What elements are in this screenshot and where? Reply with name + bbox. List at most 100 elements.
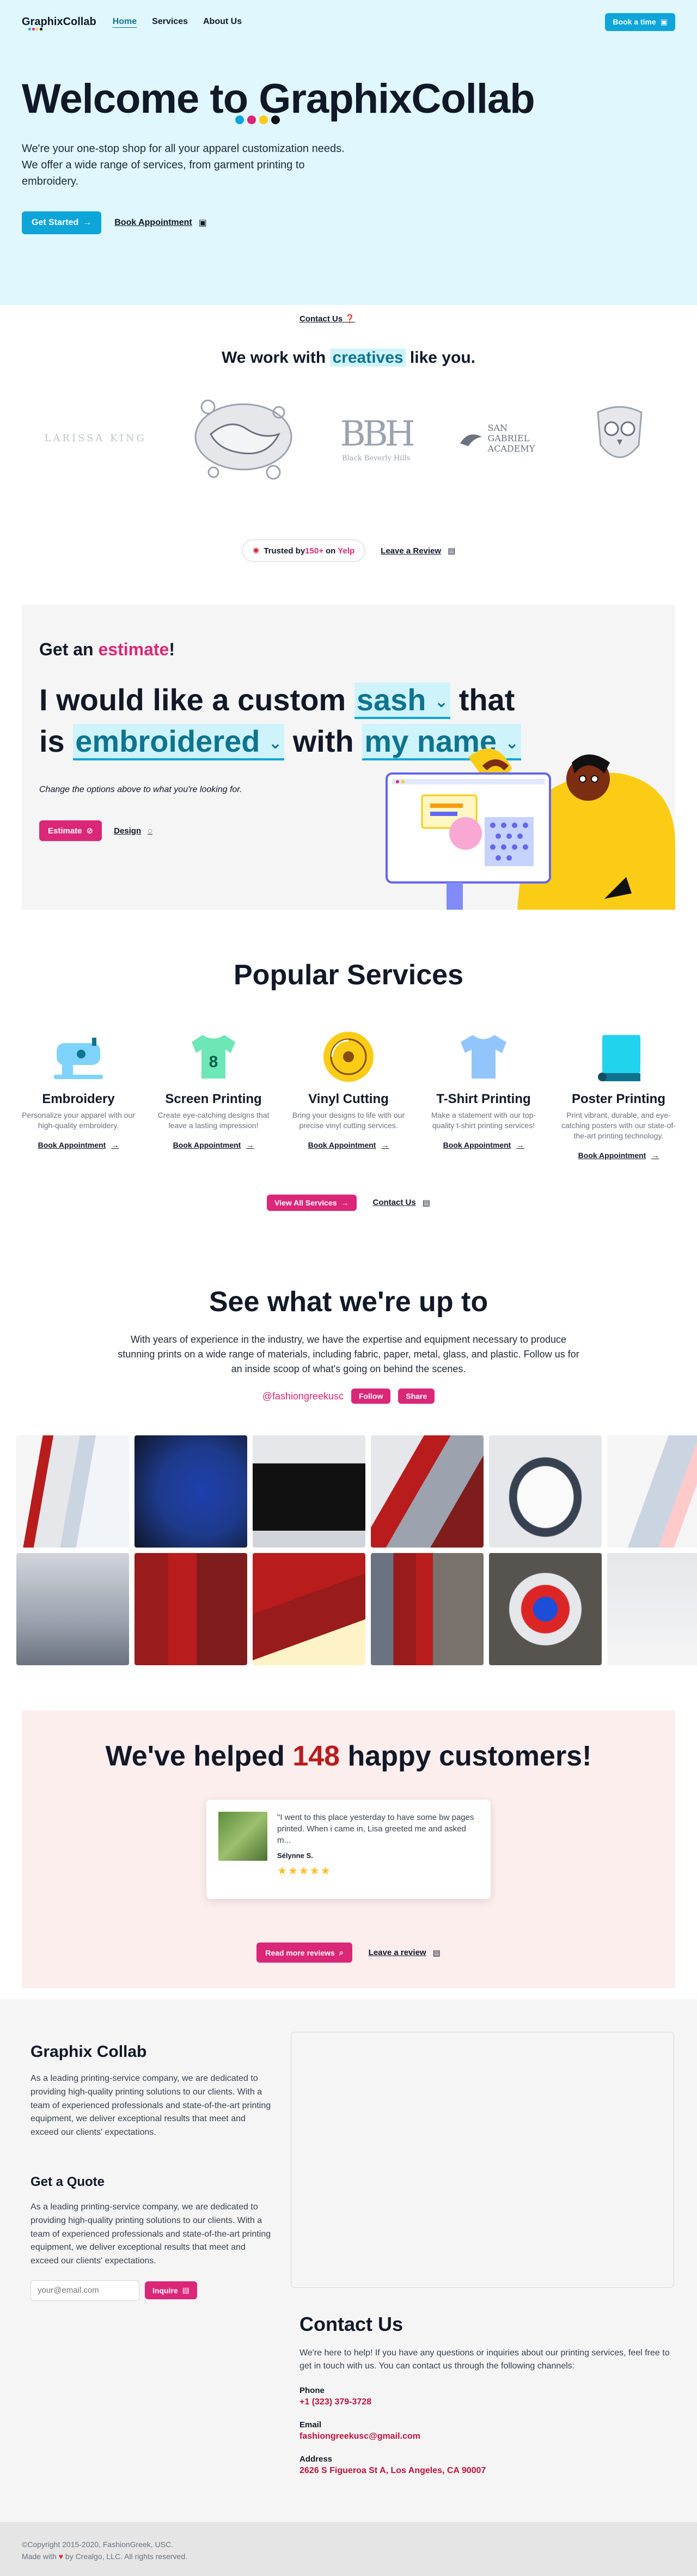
numbered-shirt-icon: 8 — [186, 1030, 241, 1084]
gallery-photo[interactable] — [253, 1553, 365, 1665]
service-name: Poster Printing — [571, 1092, 666, 1106]
estimate-section: Get an estimate! I would like a custom s… — [22, 605, 675, 910]
gallery-photo[interactable] — [371, 1435, 484, 1548]
address-link[interactable]: 2626 S Figueroa St A, Los Angeles, CA 90… — [299, 2466, 670, 2476]
reviewer-name: Sélynne S. — [277, 1852, 313, 1860]
service-card: Vinyl Cutting Bring your designs to life… — [286, 1030, 411, 1160]
book-time-button[interactable]: Book a time ▣ — [605, 13, 675, 31]
inquire-label: Inquire — [152, 2286, 178, 2295]
services-contact-link[interactable]: Contact Us ▤ — [373, 1198, 430, 1208]
service-book-link[interactable]: Book Appointment → — [173, 1141, 254, 1149]
gallery-photo[interactable] — [134, 1435, 247, 1548]
estimate-label: Estimate — [48, 826, 82, 836]
vinyl-disc-icon — [321, 1030, 376, 1084]
hero-book-label: Book Appointment — [114, 217, 192, 227]
yelp-text: Trusted by — [264, 546, 305, 556]
review-card[interactable]: "I went to this place yesterday to have … — [206, 1800, 491, 1899]
copyright-text: ©Copyright 2015-2020, FashionGreek, USC. — [22, 2540, 174, 2549]
design-link[interactable]: Design ◌ — [114, 826, 152, 836]
gallery-photo[interactable] — [134, 1553, 247, 1665]
creatives-title: We work with creatives like you. — [222, 349, 475, 367]
designer-illustration — [386, 748, 675, 910]
service-name: Embroidery — [42, 1092, 115, 1106]
chat-icon: ▤ — [182, 2286, 189, 2295]
map-embed[interactable] — [291, 2032, 674, 2288]
service-book-link[interactable]: Book Appointment → — [578, 1151, 659, 1160]
tshirt-icon — [456, 1030, 511, 1084]
svg-text:8: 8 — [209, 1053, 218, 1071]
email-link[interactable]: fashiongreekusc@gmail.com — [299, 2432, 670, 2441]
email-input[interactable] — [30, 2280, 139, 2301]
nav-about[interactable]: About Us — [203, 17, 242, 27]
yelp-on: on — [325, 546, 336, 556]
gallery-photo[interactable] — [489, 1553, 602, 1665]
cmyk-dots — [28, 27, 42, 31]
item-select[interactable]: sash ⌄ — [354, 683, 451, 719]
instagram-section: See what we're up to With years of exper… — [0, 1286, 697, 1678]
poster-roll-icon — [591, 1030, 646, 1084]
upto-title: See what we're up to — [209, 1286, 488, 1318]
services-title: Popular Services — [234, 959, 463, 991]
logo-larissa-king: LARISSA KING — [44, 432, 146, 444]
service-name: Vinyl Cutting — [308, 1092, 389, 1106]
gallery-photo[interactable] — [371, 1553, 484, 1665]
get-started-button[interactable]: Get Started → — [22, 211, 102, 234]
gallery-photo[interactable] — [607, 1553, 697, 1665]
service-card: 8 Screen Printing Create eye-catching de… — [151, 1030, 276, 1160]
service-desc: Personalize your apparel with our high-q… — [22, 1111, 135, 1130]
gallery-photo[interactable] — [253, 1435, 365, 1548]
leave-review-label: Leave a Review — [381, 546, 442, 556]
check-circle-icon: ⊘ — [86, 826, 94, 836]
service-book-link[interactable]: Book Appointment → — [308, 1141, 389, 1149]
hero-book-appointment-link[interactable]: Book Appointment ▣ — [114, 217, 207, 228]
yelp-name: Yelp — [338, 546, 355, 556]
phone-label: Phone — [299, 2386, 325, 2395]
view-all-label: View All Services — [274, 1198, 337, 1207]
instagram-handle[interactable]: @fashiongreekusc — [262, 1391, 344, 1402]
service-name: Screen Printing — [165, 1092, 262, 1106]
view-all-services-button[interactable]: View All Services → — [267, 1194, 357, 1211]
services-contact-label: Contact Us — [372, 1198, 416, 1208]
top-nav: GraphixCollab Home Services About Us Con… — [0, 0, 697, 324]
nav-home[interactable]: Home — [113, 17, 137, 27]
service-name: T-Shirt Printing — [436, 1092, 531, 1106]
yelp-trust-badge[interactable]: ✺ Trusted by 150+ on Yelp — [241, 539, 366, 562]
service-book-link[interactable]: Book Appointment → — [38, 1141, 119, 1149]
chevron-down-icon: ⌄ — [268, 734, 283, 752]
client-logos: LARISSA KING BBH Black Beverly Hills SAN… — [0, 389, 697, 487]
inquire-button[interactable]: Inquire ▤ — [145, 2281, 197, 2300]
read-more-label: Read more reviews — [265, 1948, 335, 1957]
read-more-reviews-button[interactable]: Read more reviews ⌕ — [256, 1942, 352, 1963]
estimate-button[interactable]: Estimate ⊘ — [39, 820, 102, 842]
arrow-right-icon: → — [83, 217, 92, 227]
service-book-link[interactable]: Book Appointment → — [443, 1141, 524, 1149]
arrow-right-icon: → — [111, 1140, 119, 1149]
leave-review-link[interactable]: Leave a Review ▤ — [381, 546, 455, 556]
yelp-icon: ✺ — [252, 546, 260, 556]
logo-owl-crest — [587, 401, 652, 474]
yelp-count: 150+ — [305, 546, 323, 556]
hero-dots — [235, 115, 280, 124]
gallery-photo[interactable] — [607, 1435, 697, 1548]
contact-desc: We're here to help! If you have any ques… — [299, 2348, 670, 2371]
nav-services[interactable]: Services — [152, 17, 188, 27]
phone-link[interactable]: +1 (323) 379-3728 — [299, 2397, 670, 2407]
upto-description: With years of experience in the industry… — [118, 1334, 579, 1374]
method-select[interactable]: embroidered ⌄ — [73, 723, 285, 760]
brand-logo[interactable]: GraphixCollab — [22, 16, 96, 31]
address-label: Address — [299, 2455, 333, 2464]
company-title: Graphix Collab — [30, 2043, 147, 2061]
quote-text: As a leading printing-service company, w… — [30, 2202, 271, 2266]
service-card: T-Shirt Printing Make a statement with o… — [421, 1030, 546, 1160]
testimonials-title: We've helped 148 happy customers! — [105, 1740, 592, 1772]
footer: ©Copyright 2015-2020, FashionGreek, USC.… — [0, 2522, 697, 2576]
gallery-photo[interactable] — [16, 1553, 129, 1665]
logo-graffiti — [192, 391, 295, 485]
book-time-label: Book a time — [613, 17, 656, 26]
follow-button[interactable]: Follow — [351, 1389, 391, 1404]
gallery-photo[interactable] — [16, 1435, 129, 1548]
leave-review-link[interactable]: Leave a review ▤ — [369, 1948, 441, 1958]
quote-title: Get a Quote — [30, 2174, 105, 2189]
share-button[interactable]: Share — [398, 1389, 435, 1404]
gallery-photo[interactable] — [489, 1435, 602, 1548]
